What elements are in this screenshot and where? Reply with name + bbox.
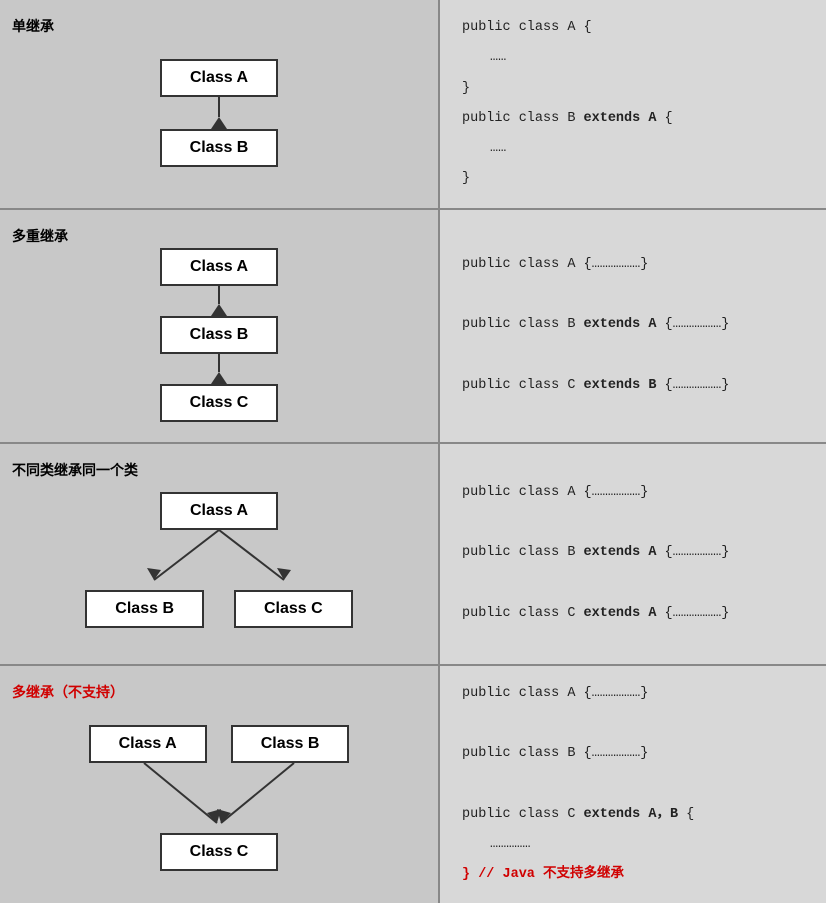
diagram-fan-in: 多继承（不支持） Class A Class B Clas: [0, 666, 440, 903]
class-box-C-chain: Class C: [160, 384, 279, 422]
arrow-line-2: [218, 354, 220, 372]
diagram-boxes-single: Class A Class B: [160, 59, 279, 167]
row-multi-inherit-unsupported: 多继承（不支持） Class A Class B Clas: [0, 666, 826, 903]
code-fo-1: public class A {………………}: [462, 483, 804, 503]
arrow-head-2: [211, 372, 227, 384]
code-fi-5: public class C extends A，B {: [462, 805, 804, 825]
code-fi-7: } // Java 不支持多继承: [462, 865, 804, 885]
code-line-1: public class A {: [462, 18, 804, 38]
code-ml-3: public class B extends A {………………}: [462, 315, 804, 335]
fanout-svg: [99, 530, 339, 590]
class-box-A-single: Class A: [160, 59, 278, 97]
code-fi-2: [462, 714, 804, 734]
code-fo-3: public class B extends A {………………}: [462, 543, 804, 563]
code-fi-1: public class A {………………}: [462, 684, 804, 704]
arrow-chain-2: [211, 354, 227, 384]
arrow-line-1: [218, 286, 220, 304]
code-ml-5: public class C extends B {………………}: [462, 376, 804, 396]
fan-out-top: Class A: [160, 492, 278, 530]
fan-in-diagram: Class A Class B Class C: [69, 725, 369, 871]
class-box-A-fanin: Class A: [89, 725, 207, 763]
fanout-arrows: [99, 530, 339, 590]
row-multi-level-inherit: 多重继承 Class A Class B Class C public clas…: [0, 210, 826, 444]
class-box-B-single: Class B: [160, 129, 279, 167]
code-fi-6: ……………: [490, 835, 804, 855]
class-box-B-chain: Class B: [160, 316, 279, 354]
arrow-chain-1: [211, 286, 227, 316]
class-box-B-fanin: Class B: [231, 725, 350, 763]
fan-out-bottom: Class B Class C: [85, 590, 352, 628]
code-fi-3: public class B {………………}: [462, 744, 804, 764]
arrow-head: [211, 117, 227, 129]
code-fo-4: [462, 574, 804, 594]
arrow-head-1: [211, 304, 227, 316]
code-multi-level: public class A {………………} public class B e…: [440, 210, 826, 442]
diagram-single-inherit: 单继承 Class A Class B: [0, 0, 440, 208]
label-single-inherit: 单继承: [12, 16, 54, 36]
row-single-inherit: 单继承 Class A Class B public class A { …… …: [0, 0, 826, 210]
code-fo-2: [462, 513, 804, 533]
code-fan-in: public class A {………………} public class B {…: [440, 666, 826, 903]
code-line-2: ……: [490, 48, 804, 68]
main-container: 单继承 Class A Class B public class A { …… …: [0, 0, 826, 903]
code-line-5: ……: [490, 139, 804, 159]
code-single-inherit: public class A { …… } public class B ext…: [440, 0, 826, 208]
class-box-C-fanin: Class C: [160, 833, 279, 871]
class-box-A-chain: Class A: [160, 248, 278, 286]
code-fi-4: [462, 774, 804, 794]
diagram-boxes-chain: Class A Class B Class C: [160, 248, 279, 422]
fanin-svg: [69, 763, 369, 833]
diagram-fan-out: 不同类继承同一个类 Class A C: [0, 444, 440, 664]
code-fo-5: public class C extends A {………………}: [462, 604, 804, 624]
arrow-single: [211, 97, 227, 129]
code-line-3: }: [462, 79, 804, 99]
code-ml-1: public class A {………………}: [462, 255, 804, 275]
fan-in-top-boxes: Class A Class B: [89, 725, 350, 763]
label-multi-level: 多重继承: [12, 226, 68, 246]
fan-in-arrows: [69, 763, 369, 833]
fan-out-diagram: Class A Class B Class C: [85, 492, 352, 628]
diagram-multi-level: 多重继承 Class A Class B Class C: [0, 210, 440, 442]
class-box-A-fanout: Class A: [160, 492, 278, 530]
row-different-inherit-same: 不同类继承同一个类 Class A C: [0, 444, 826, 666]
code-fan-out: public class A {………………} public class B e…: [440, 444, 826, 664]
code-line-4: public class B extends A {: [462, 109, 804, 129]
arrow-line: [218, 97, 220, 117]
code-ml-4: [462, 346, 804, 366]
code-line-6: }: [462, 169, 804, 189]
code-ml-2: [462, 285, 804, 305]
label-fan-out: 不同类继承同一个类: [12, 460, 138, 480]
class-box-B-fanout: Class B: [85, 590, 204, 628]
label-fan-in: 多继承（不支持）: [12, 682, 124, 702]
class-box-C-fanout: Class C: [234, 590, 353, 628]
